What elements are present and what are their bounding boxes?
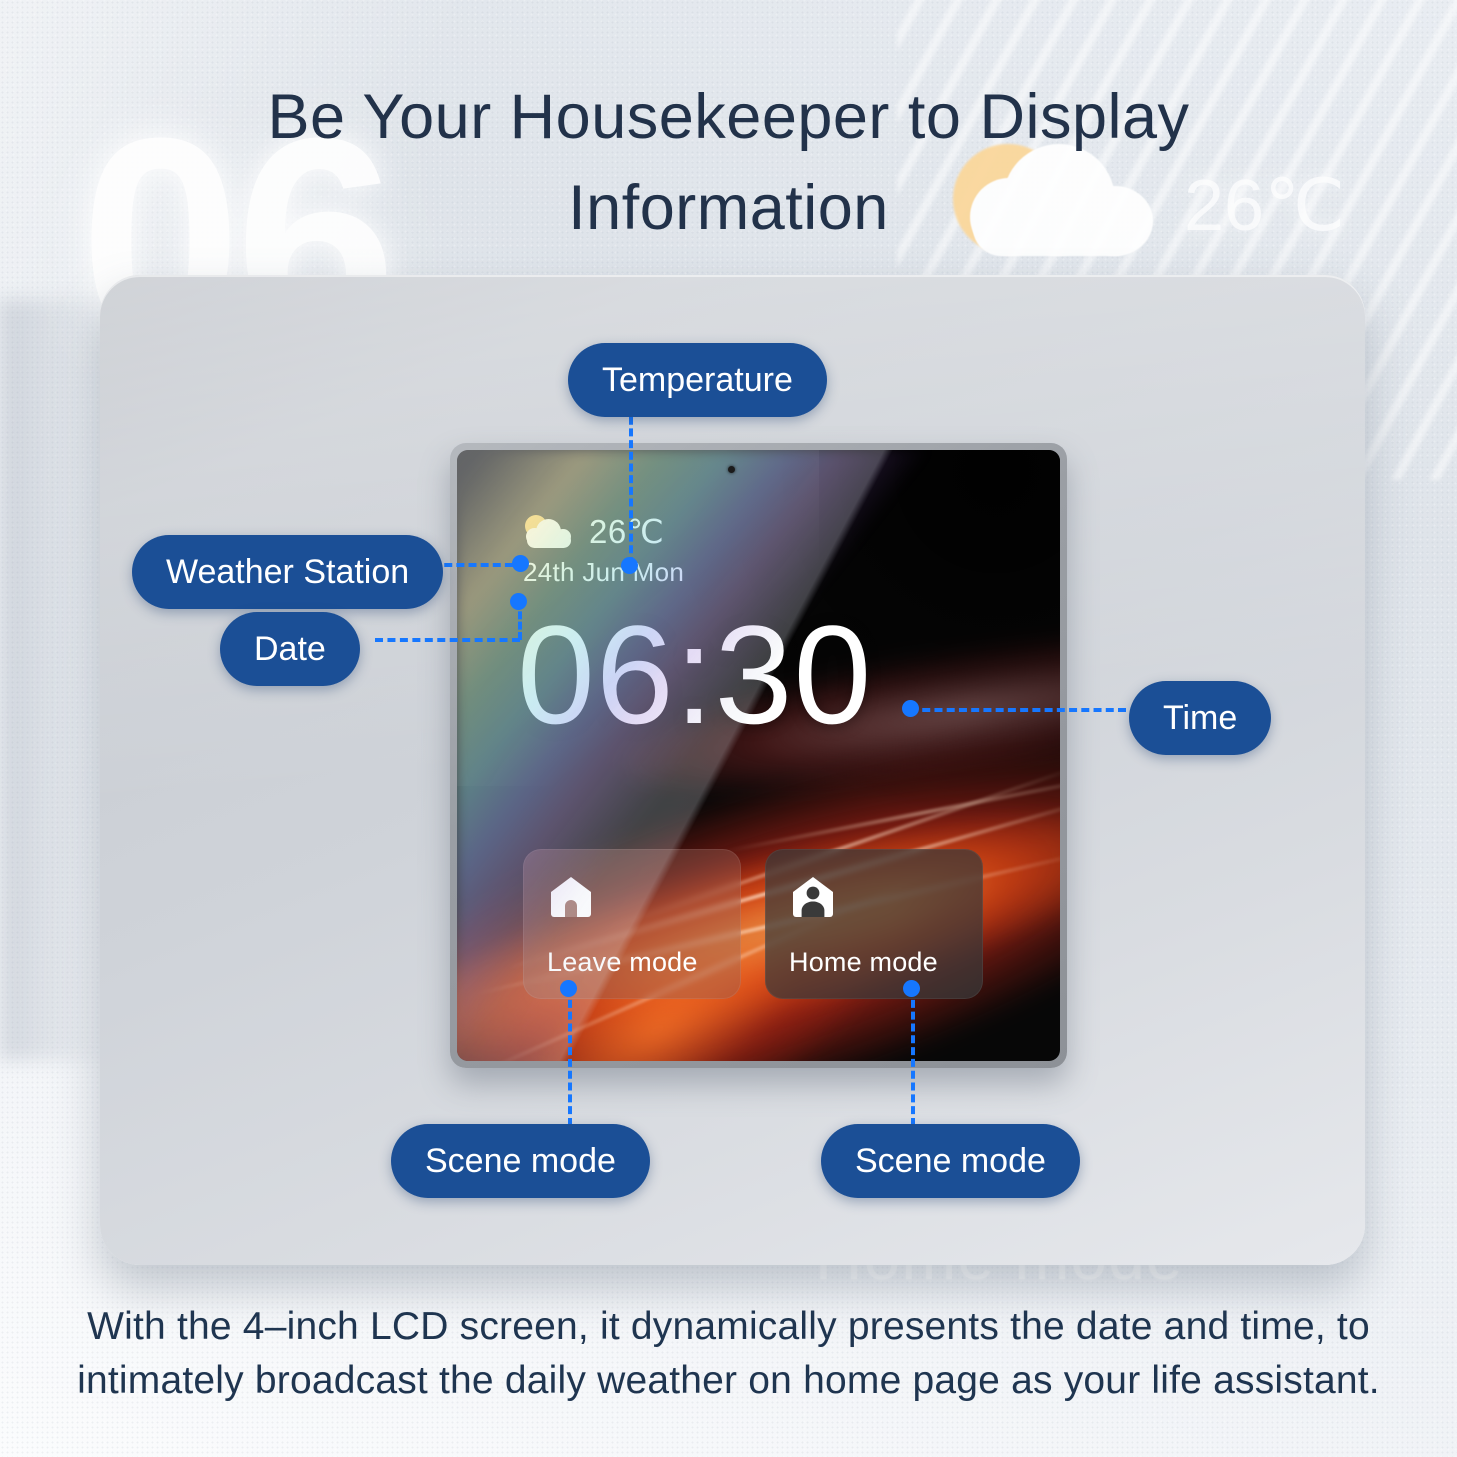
device-screen[interactable]: 26℃ 24th Jun Mon 06:30 Leave mode Home m… (457, 450, 1060, 1061)
scene-mode-leave-card[interactable]: Leave mode (523, 849, 741, 999)
page-title-line-2: Information (568, 173, 889, 244)
scene-mode-home-card[interactable]: Home mode (765, 849, 983, 999)
callout-time[interactable]: Time (1129, 681, 1272, 755)
footer-caption-line-1: With the 4–inch LCD screen, it dynamical… (87, 1305, 1370, 1348)
footer-caption: With the 4–inch LCD screen, it dynamical… (0, 1300, 1457, 1408)
callout-weather-station[interactable]: Weather Station (132, 535, 444, 609)
temperature-value: 26℃ (589, 513, 665, 550)
scene-mode-leave-label: Leave mode (547, 947, 698, 977)
page-title-line-1: Be Your Housekeeper to Display (267, 82, 1190, 152)
leader-dot-time (902, 700, 919, 717)
callout-date[interactable]: Date (220, 612, 360, 686)
page-title: Be Your Housekeeper to Display Informati… (0, 72, 1457, 255)
date-value: 24th Jun Mon (523, 557, 685, 587)
leader-dot-temperature (621, 557, 638, 574)
scene-mode-row: Leave mode Home mode (523, 849, 983, 999)
leader-line-scene-1 (568, 988, 572, 1126)
house-icon (551, 877, 591, 917)
leader-line-time (910, 708, 1126, 712)
weather-station-widget[interactable]: 26℃ (523, 512, 1060, 551)
leader-line-scene-2 (911, 988, 915, 1126)
leader-dot-scene-1 (560, 980, 577, 997)
leader-line-date-horizontal (375, 638, 520, 642)
callout-temperature[interactable]: Temperature (568, 343, 827, 417)
leader-dot-scene-2 (903, 980, 920, 997)
sun-behind-cloud-icon (523, 514, 575, 549)
callout-scene-mode-1[interactable]: Scene mode (391, 1124, 650, 1198)
clock-time: 06:30 (517, 596, 873, 753)
screen-ui-layer: 26℃ 24th Jun Mon 06:30 Leave mode Home m… (457, 450, 1060, 1061)
smart-panel-device[interactable]: 26℃ 24th Jun Mon 06:30 Leave mode Home m… (450, 443, 1067, 1068)
leader-line-temperature (629, 405, 633, 565)
leader-dot-weather (512, 555, 529, 572)
leader-dot-date (510, 593, 527, 610)
scene-mode-home-label: Home mode (789, 947, 938, 977)
callout-scene-mode-2[interactable]: Scene mode (821, 1124, 1080, 1198)
house-person-icon (793, 877, 833, 917)
footer-caption-line-2: intimately broadcast the daily weather o… (77, 1358, 1380, 1402)
